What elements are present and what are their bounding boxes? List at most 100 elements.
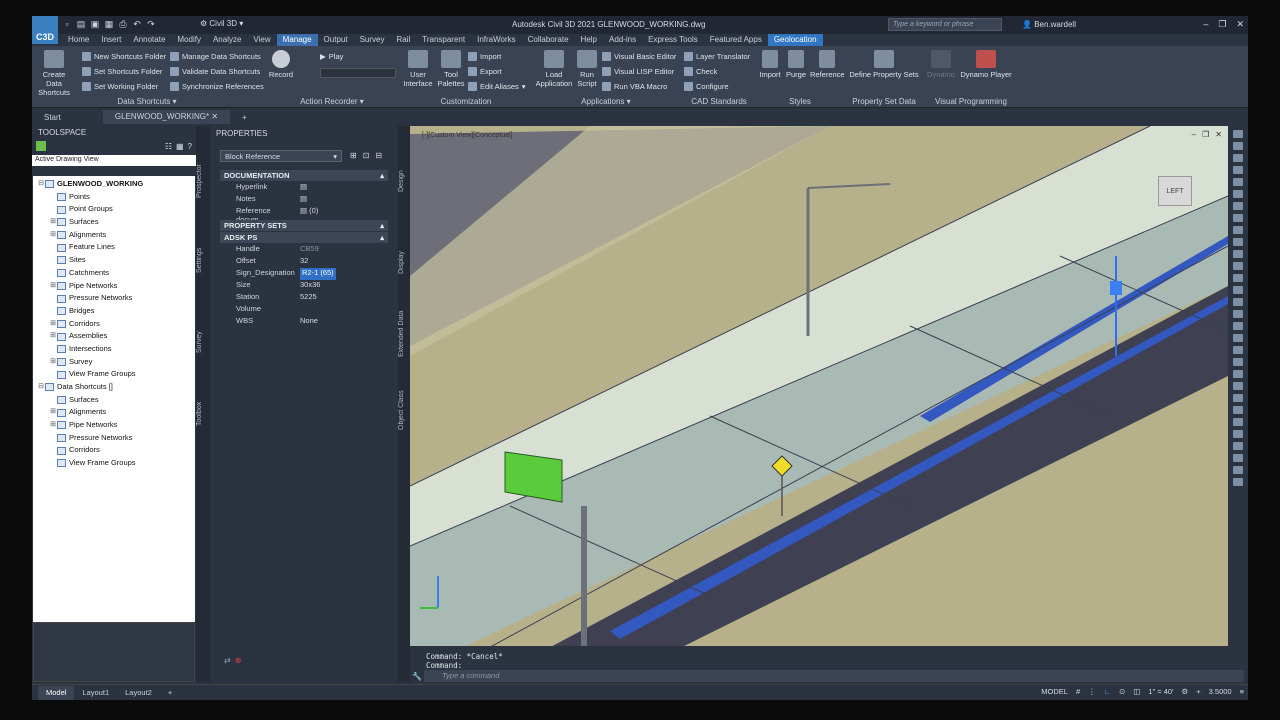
expand-toggle-icon[interactable]: ⊞ (49, 356, 57, 369)
minimize-icon[interactable]: – (1192, 130, 1196, 139)
layer-translator-button[interactable]: Layer Translator (684, 52, 750, 61)
set-shortcuts-folder-button[interactable]: Set Shortcuts Folder (82, 67, 162, 76)
tool-icon[interactable] (1233, 202, 1243, 210)
tool-icon[interactable] (1233, 310, 1243, 318)
annotation-scale[interactable]: 1" = 40' (1148, 687, 1173, 696)
expand-toggle-icon[interactable]: ⊞ (49, 330, 57, 343)
ribbon-tab-infraworks[interactable]: InfraWorks (471, 34, 522, 46)
ribbon-tab-geolocation[interactable]: Geolocation (767, 34, 823, 46)
tool-icon[interactable] (1233, 286, 1243, 294)
grid-icon[interactable]: # (1076, 687, 1080, 696)
view-cube[interactable]: LEFT (1158, 176, 1192, 206)
vba-editor-button[interactable]: Visual Basic Editor (602, 52, 676, 61)
close-icon[interactable]: ✕ (1215, 130, 1222, 139)
undo-icon[interactable]: ↶ (132, 19, 142, 29)
help-search-input[interactable]: Type a keyword or phrase (888, 18, 1002, 31)
wrench-icon[interactable]: 🔧 (412, 672, 422, 681)
property-row[interactable]: Station 5225 (220, 292, 388, 304)
tree-node[interactable]: Sites (33, 254, 195, 267)
select-objects-icon[interactable]: ⊡ (363, 151, 370, 160)
expand-toggle-icon[interactable]: ⊞ (49, 406, 57, 419)
ribbon-tab-transparent[interactable]: Transparent (416, 34, 471, 46)
link-icon[interactable]: ⇄ (224, 656, 231, 665)
play-button[interactable]: ▶ Play (320, 52, 343, 61)
doc-tab-glenwood[interactable]: GLENWOOD_WORKING* ✕ (102, 110, 231, 124)
ribbon-tab-insert[interactable]: Insert (95, 34, 127, 46)
ribbon-tab-annotate[interactable]: Annotate (127, 34, 171, 46)
tree-node[interactable]: View Frame Groups (33, 368, 195, 381)
manage-data-shortcuts-button[interactable]: Manage Data Shortcuts (170, 52, 261, 61)
panel-label[interactable]: Action Recorder ▾ (266, 97, 398, 106)
tool-icon[interactable] (1233, 346, 1243, 354)
vlisp-editor-button[interactable]: Visual LISP Editor (602, 67, 674, 76)
property-row[interactable]: Offset 32 (220, 256, 388, 268)
close-icon[interactable]: ✕ (211, 112, 218, 121)
tree-node[interactable]: Intersections (33, 343, 195, 356)
configure-button[interactable]: Configure (684, 82, 729, 91)
command-input[interactable]: Type a command (424, 670, 1244, 682)
tree-icon[interactable]: ☷ (165, 142, 172, 151)
tree-node[interactable]: Catchments (33, 267, 195, 280)
plus-icon[interactable]: + (1196, 687, 1200, 696)
user-interface-button[interactable]: User Interface (402, 50, 434, 88)
ribbon-tab-collaborate[interactable]: Collaborate (522, 34, 575, 46)
tree-node[interactable]: Pressure Networks (33, 432, 195, 445)
tab-layout2[interactable]: Layout2 (117, 688, 160, 697)
open-icon[interactable]: ▤ (76, 19, 86, 29)
category-adsk-ps[interactable]: ADSK PS ▴ (220, 232, 388, 243)
close-icon[interactable]: ✕ (1236, 19, 1244, 30)
tool-icon[interactable] (1233, 442, 1243, 450)
category-documentation[interactable]: DOCUMENTATION ▴ (220, 170, 388, 181)
ribbon-tab-output[interactable]: Output (318, 34, 354, 46)
osnap-icon[interactable]: ◫ (1133, 687, 1140, 696)
tree-node[interactable]: Feature Lines (33, 241, 195, 254)
new-tab-button[interactable]: + (230, 113, 259, 122)
tool-icon[interactable] (1233, 406, 1243, 414)
minimize-icon[interactable]: – (1203, 19, 1208, 30)
dynamo-player-button[interactable]: Dynamo Player (958, 50, 1014, 79)
expand-toggle-icon[interactable]: ⊟ (37, 178, 45, 191)
expand-toggle-icon[interactable]: ⊞ (49, 318, 57, 331)
doc-tab-start[interactable]: Start (32, 113, 73, 122)
ribbon-tab-help[interactable]: Help (575, 34, 603, 46)
print-icon[interactable]: ⎙ (118, 19, 128, 29)
tool-icon[interactable] (1233, 382, 1243, 390)
tree-node[interactable]: ⊞ Alignments (33, 229, 195, 242)
tree-node[interactable]: ⊞ Alignments (33, 406, 195, 419)
expand-toggle-icon[interactable]: ⊟ (37, 381, 45, 394)
tool-icon[interactable] (1233, 190, 1243, 198)
expand-toggle-icon[interactable]: ⊞ (49, 229, 57, 242)
reference-button[interactable]: Reference (810, 50, 845, 79)
ribbon-tab-rail[interactable]: Rail (390, 34, 416, 46)
tree-node[interactable]: ⊞ Pipe Networks (33, 419, 195, 432)
property-row[interactable]: Size 30x36 (220, 280, 388, 292)
workspace-selector[interactable]: ⚙ Civil 3D ▾ (200, 19, 243, 28)
property-row[interactable]: Notes ▤ (220, 194, 388, 206)
property-row[interactable]: Sign_Designation R2-1 (65) (220, 268, 388, 280)
viewport-controls[interactable]: [-][Custom View][Conceptual] (422, 132, 513, 139)
tab-layout1[interactable]: Layout1 (74, 688, 117, 697)
tab-prospector[interactable]: Prospector (196, 156, 210, 206)
redo-icon[interactable]: ↷ (146, 19, 156, 29)
tool-icon[interactable] (1233, 154, 1243, 162)
new-shortcuts-folder-button[interactable]: New Shortcuts Folder (82, 52, 166, 61)
tool-icon[interactable] (1233, 454, 1243, 462)
tool-icon[interactable] (1233, 418, 1243, 426)
ribbon-tab-express-tools[interactable]: Express Tools (642, 34, 704, 46)
expand-toggle-icon[interactable]: ⊞ (49, 216, 57, 229)
record-button[interactable]: Record (266, 50, 296, 79)
tool-palettes-button[interactable]: Tool Palettes (436, 50, 466, 88)
ribbon-tab-survey[interactable]: Survey (354, 34, 391, 46)
polar-icon[interactable]: ⊙ (1119, 687, 1125, 696)
help-icon[interactable]: ? (188, 142, 192, 151)
tree-node[interactable]: ⊞ Corridors (33, 318, 195, 331)
tool-icon[interactable] (1233, 358, 1243, 366)
units-value[interactable]: 3.5000 (1209, 687, 1232, 696)
export-cui-button[interactable]: Export (468, 67, 502, 76)
tree-node[interactable]: ⊞ Pipe Networks (33, 280, 195, 293)
restore-icon[interactable]: ❐ (1218, 19, 1226, 30)
ribbon-tab-add-ins[interactable]: Add-ins (603, 34, 642, 46)
add-layout-button[interactable]: + (160, 688, 180, 697)
menu-icon[interactable]: ≡ (1240, 687, 1244, 696)
expand-toggle-icon[interactable]: ⊞ (49, 419, 57, 432)
